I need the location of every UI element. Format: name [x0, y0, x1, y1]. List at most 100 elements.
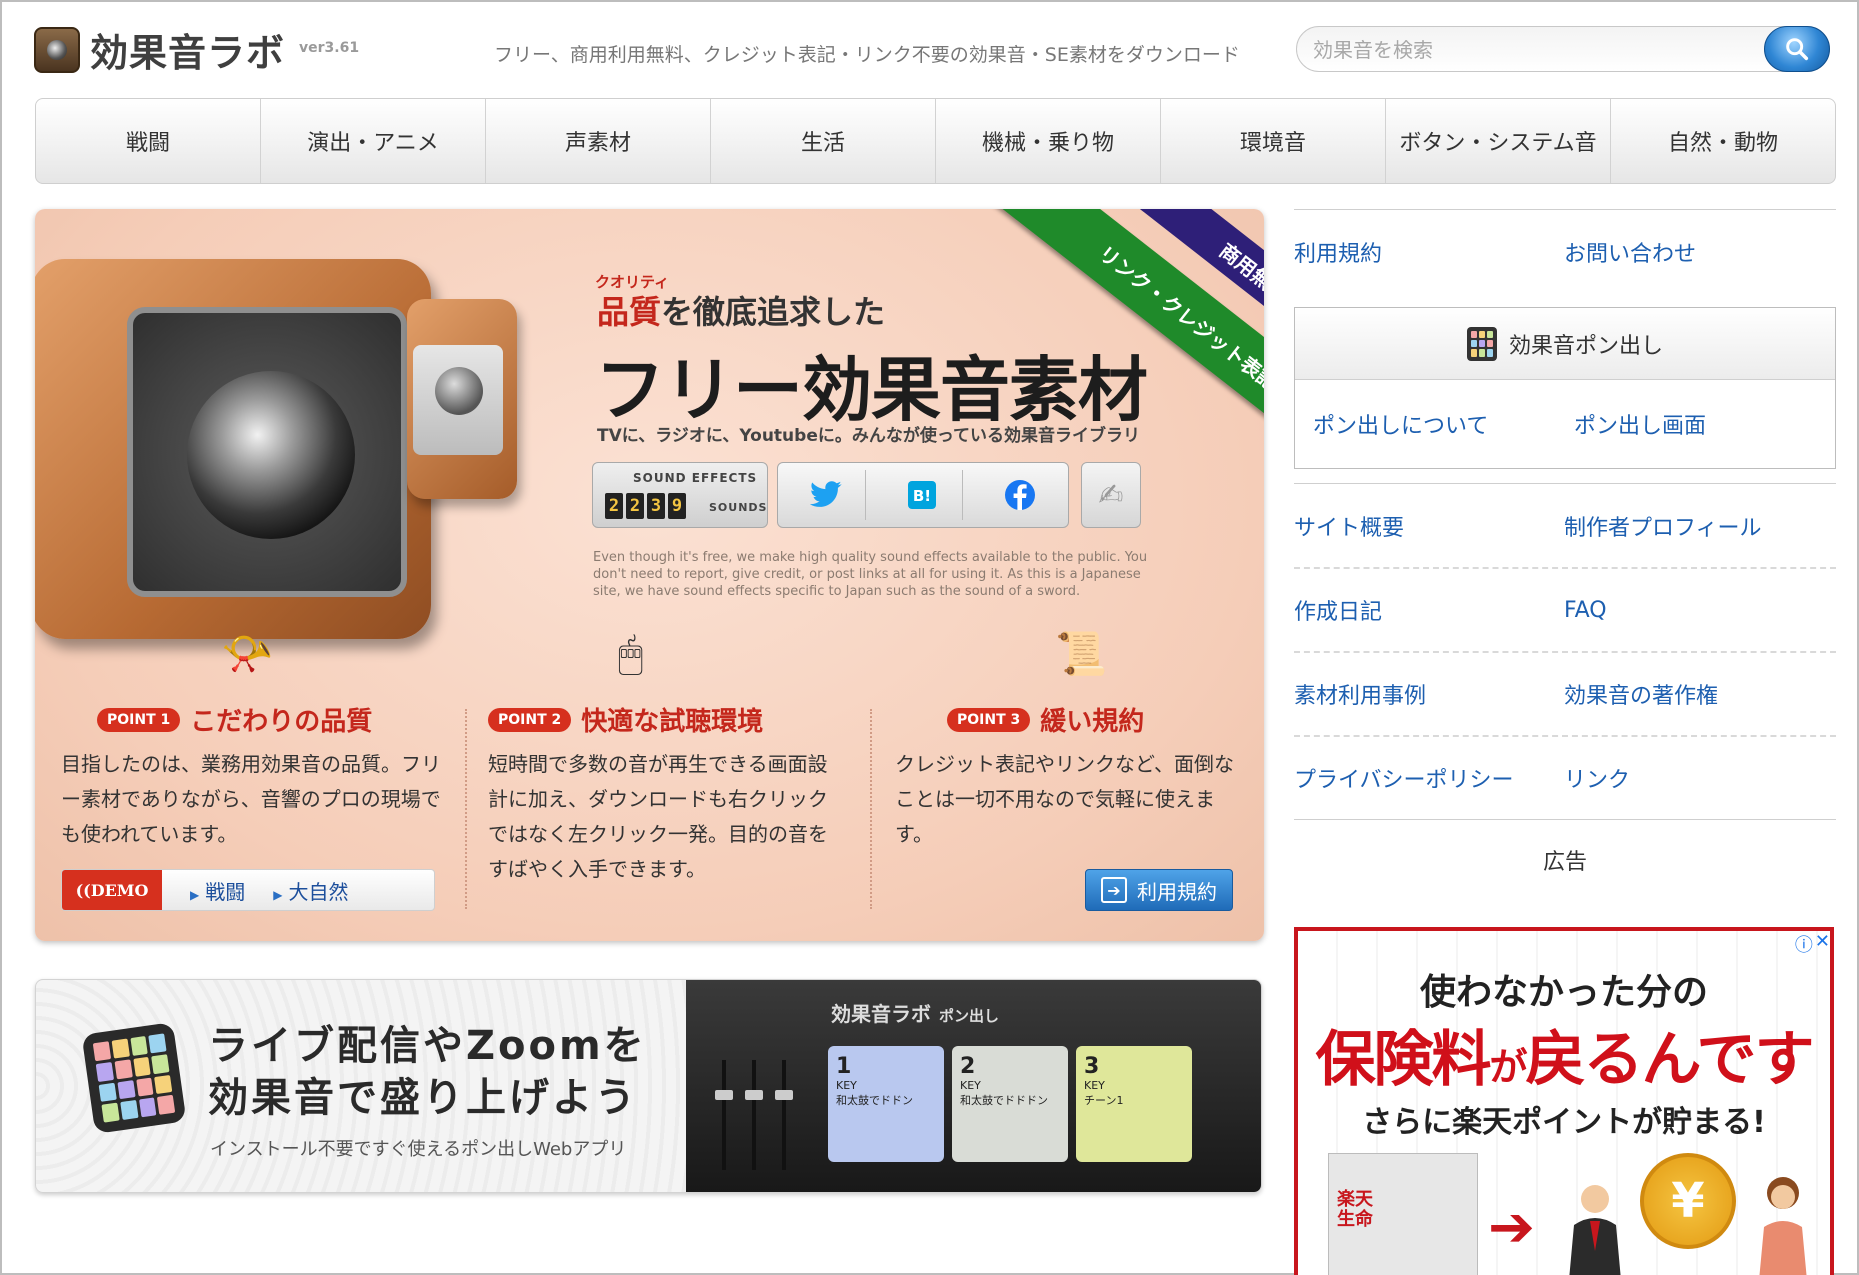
sound-count-counter: SOUND EFFECTS 2 2 3 9 SOUNDS	[592, 462, 768, 528]
category-nav: 戦闘 演出・アニメ 声素材 生活 機械・乗り物 環境音 ボタン・システム音 自然…	[35, 98, 1836, 184]
live-banner-subtitle: インストール不要ですぐ使えるポン出しWebアプリ	[210, 1139, 627, 1160]
speaker-illustration	[35, 259, 431, 639]
trumpet-icon: 📯	[221, 629, 274, 678]
sidebar-link-usage-examples[interactable]: 素材利用事例	[1294, 678, 1564, 710]
businessman-icon	[1569, 1185, 1621, 1275]
search-box	[1296, 26, 1830, 72]
ad-headline-1: 使わなかった分の	[1419, 972, 1708, 1013]
nav-item-machines[interactable]: 機械・乗り物	[936, 99, 1161, 183]
demo-bar: ((DEMO 戦闘 大自然	[61, 869, 435, 911]
divider	[465, 709, 467, 909]
ad-label: 広告	[1542, 850, 1587, 875]
live-stream-banner[interactable]: ライブ配信やZoomを 効果音で盛り上げよう インストール不要ですぐ使えるポン出…	[35, 979, 1262, 1193]
sidebar-link-creator-profile[interactable]: 制作者プロフィール	[1564, 510, 1834, 542]
version-label: ver3.61	[299, 40, 360, 56]
sidebar-link-copyright[interactable]: 効果音の著作権	[1564, 678, 1834, 710]
ad-info-icon[interactable]: ⓘ	[1795, 931, 1813, 957]
site-tagline: フリー、商用利用無料、クレジット表記・リンク不要の効果音・SE素材をダウンロード	[494, 44, 1240, 66]
twitter-icon	[809, 481, 842, 507]
live-banner-title: ライブ配信やZoomを 効果音で盛り上げよう	[208, 1023, 647, 1121]
sidebar-link-contact[interactable]: お問い合わせ	[1564, 236, 1834, 268]
nav-item-voice[interactable]: 声素材	[486, 99, 711, 183]
nav-item-ambient[interactable]: 環境音	[1161, 99, 1386, 183]
svg-text:B!: B!	[913, 487, 931, 505]
sidebar-row: プライバシーポリシー リンク	[1294, 735, 1836, 819]
point-body: 短時間で多数の音が再生できる画面設計に加え、ダウンロードも右クリックではなく左ク…	[488, 752, 828, 881]
hero-subtitle: 品質を徹底追求した	[597, 293, 886, 331]
point-body: 目指したのは、業務用効果音の品質。フリー素材でありながら、音響のプロの現場でも使…	[61, 752, 441, 846]
sidebar-link-privacy[interactable]: プライバシーポリシー	[1294, 762, 1564, 794]
amp-illustration	[407, 299, 517, 499]
demo-link-battle[interactable]: 戦闘	[190, 876, 245, 905]
building-illustration: 楽天生命	[1328, 1153, 1478, 1275]
demo-link-nature[interactable]: 大自然	[273, 876, 348, 905]
sidebar-row: サイト概要 制作者プロフィール	[1294, 483, 1836, 567]
ad-headline-2: 保険料が戻るんです	[1315, 1025, 1814, 1095]
corner-ribbon: 商用無料 リンク・クレジット表記不要	[935, 209, 1264, 489]
counter-digit: 2	[626, 493, 644, 519]
sidebar-row: 作成日記 FAQ	[1294, 567, 1836, 651]
sidebar-link-pon-screen[interactable]: ポン出し画面	[1574, 408, 1835, 440]
sidebar-link-pon-about[interactable]: ポン出しについて	[1313, 408, 1574, 440]
sidebar-link-links[interactable]: リンク	[1564, 762, 1834, 794]
pad-grid: 1 KEY 和太鼓でドドン 2 KEY 和太鼓でドドドン 3 KEY チーン1	[828, 1046, 1192, 1162]
point-body: クレジット表記やリンクなど、面倒なことは一切不用なので気軽に使えます。	[895, 752, 1234, 846]
hero-banner: クオリティ 品質を徹底追求した フリー効果音素材 TVに、ラジオに、Youtub…	[35, 209, 1264, 941]
ad-headline-3: さらに楽天ポイントが貯まる!	[1362, 1105, 1766, 1140]
twitter-share-button[interactable]	[786, 470, 867, 520]
sidebar-links: サイト概要 制作者プロフィール 作成日記 FAQ 素材利用事例 効果音の著作権 …	[1294, 483, 1836, 820]
site-header: 効果音ラボ ver3.61 フリー、商用利用無料、クレジット表記・リンク不要の効…	[2, 2, 1857, 94]
hatena-bookmark-icon: B!	[908, 481, 937, 509]
mouse-icon: 🖱	[618, 629, 644, 678]
sidebar-row: 利用規約 お問い合わせ	[1294, 209, 1836, 293]
arrow-right-icon: ➔	[1488, 1195, 1535, 1260]
point-badge: POINT 3	[947, 707, 1031, 732]
nav-item-buttons-system[interactable]: ボタン・システム音	[1386, 99, 1611, 183]
nav-item-effects-anime[interactable]: 演出・アニメ	[261, 99, 486, 183]
app-preview-title: 効果音ラボ ポン出し	[831, 1002, 1000, 1026]
advertisement[interactable]: ⓘ ✕ 使わなかった分の 保険料が戻るんです さらに楽天ポイントが貯まる! 楽天…	[1294, 927, 1834, 1275]
ad-close-icon[interactable]: ✕	[1815, 931, 1830, 957]
nav-item-battle[interactable]: 戦闘	[36, 99, 261, 183]
sound-pad: 1 KEY 和太鼓でドドン	[828, 1046, 944, 1162]
sidebar-link-diary[interactable]: 作成日記	[1294, 594, 1564, 626]
sound-pad: 3 KEY チーン1	[1076, 1046, 1192, 1162]
sidebar-link-faq[interactable]: FAQ	[1564, 598, 1834, 623]
counter-digit: 9	[668, 493, 686, 519]
nav-item-nature-animals[interactable]: 自然・動物	[1611, 99, 1835, 183]
yen-coin-icon: ¥	[1640, 1153, 1736, 1249]
pad-app-icon	[81, 1022, 187, 1134]
point-title: 緩い規約	[1040, 707, 1145, 737]
sidebar-row: 素材利用事例 効果音の著作権	[1294, 651, 1836, 735]
sidebar-link-site-overview[interactable]: サイト概要	[1294, 510, 1564, 542]
document-icon: 📜	[1055, 629, 1108, 678]
knob-icon	[435, 367, 483, 415]
site-logo[interactable]: 効果音ラボ	[34, 22, 285, 77]
demo-label: ((DEMO	[62, 870, 162, 910]
nav-item-life[interactable]: 生活	[711, 99, 936, 183]
pad-grid-icon	[1466, 326, 1497, 361]
point-2: 🖱 POINT 2 快適な試聴環境 短時間で多数の音が再生できる画面設計に加え、…	[488, 629, 888, 929]
speaker-grille	[127, 307, 407, 597]
woman-icon	[1759, 1177, 1807, 1275]
search-input[interactable]	[1313, 35, 1743, 65]
building-sign: 楽天生命	[1337, 1189, 1373, 1230]
pon-box-header[interactable]: 効果音ポン出し	[1295, 308, 1835, 380]
point-badge: POINT 1	[97, 707, 181, 732]
speaker-logo-icon	[34, 26, 80, 73]
counter-digit: 2	[605, 493, 623, 519]
search-button[interactable]	[1764, 26, 1830, 72]
speaker-cone	[187, 371, 355, 539]
point-title: 快適な試聴環境	[581, 707, 764, 737]
point-badge: POINT 2	[488, 707, 572, 732]
mixer-sliders	[715, 1040, 806, 1190]
terms-button[interactable]: ➔ 利用規約	[1085, 869, 1233, 911]
sound-pad: 2 KEY 和太鼓でドドドン	[952, 1046, 1068, 1162]
sidebar: 利用規約 お問い合わせ 効果音ポン出し ポン出しについて ポン出し画面 サイト概…	[1294, 209, 1836, 884]
sidebar-link-terms[interactable]: 利用規約	[1294, 236, 1564, 268]
point-title: こだわりの品質	[190, 707, 373, 737]
hero-english-note: Even though it's free, we make high qual…	[593, 550, 1148, 599]
arrow-right-icon: ➔	[1101, 877, 1127, 903]
pon-box: 効果音ポン出し ポン出しについて ポン出し画面	[1294, 307, 1836, 469]
counter-digit: 3	[647, 493, 665, 519]
